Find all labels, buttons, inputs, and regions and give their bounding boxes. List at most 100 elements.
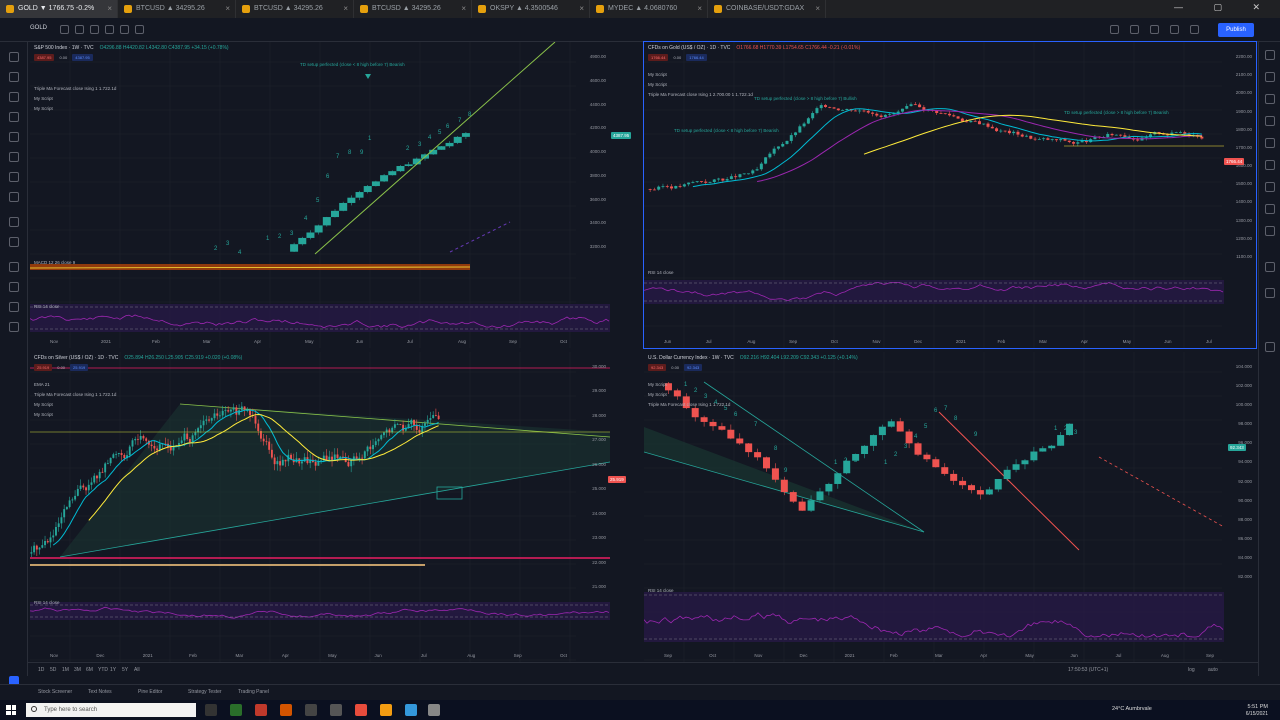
close-icon[interactable]: × (107, 4, 112, 13)
weather-widget[interactable]: 24°C Aumbrvale (1112, 706, 1152, 712)
app-icon[interactable] (380, 704, 392, 716)
lock-icon[interactable] (9, 282, 19, 292)
notifications-icon[interactable] (1265, 226, 1275, 236)
text-icon[interactable] (9, 132, 19, 142)
save-icon[interactable] (1130, 25, 1139, 34)
app-icon[interactable] (355, 704, 367, 716)
chart-panel-gold[interactable]: CFDs on Gold (US$ / OZ) · 1D · TVC O1766.… (643, 41, 1257, 349)
close-icon[interactable]: × (225, 4, 230, 13)
chart-panel-silver[interactable]: CFDs on Silver (US$ / OZ) · 1D · TVC O25.… (30, 352, 626, 662)
price-axis[interactable]: 4900.00 4600.00 4400.00 4200.00 4000.00 3800.… (576, 42, 608, 252)
price-axis[interactable]: 2200.00 2100.00 2000.00 1900.00 1800.00 1700.… (1222, 42, 1254, 262)
ideas-icon[interactable] (1265, 160, 1275, 170)
ruler-icon[interactable] (9, 217, 19, 227)
indicator-legend[interactable]: EMA 21 (34, 382, 50, 387)
browser-tab[interactable]: BTCUSD ▲ 34295.26 × (236, 0, 354, 18)
symbol-search[interactable]: GOLD (30, 25, 47, 31)
indicator-legend[interactable]: My Script (648, 382, 667, 387)
range-button[interactable]: 6M (86, 667, 93, 673)
indicator-legend[interactable]: Triple Ma Forecast close Ising 1 2.700.0… (648, 92, 753, 97)
brave-icon[interactable] (255, 704, 267, 716)
indicator-legend[interactable]: My Script (34, 412, 53, 417)
close-icon[interactable]: × (697, 4, 702, 13)
time-axis[interactable]: Nov 2021 Feb Mar Apr May Jun Jul Aug Sep Oct (30, 338, 574, 346)
eye-icon[interactable] (9, 302, 19, 312)
app-icon[interactable] (330, 704, 342, 716)
indicator-legend[interactable]: Triple Ma Forecast close Ising 1 1.722.1… (34, 392, 116, 397)
candle-type-icon[interactable] (75, 25, 84, 34)
fullscreen-icon[interactable] (1170, 25, 1179, 34)
price-axis[interactable]: 104.000 102.000 100.000 98.000 96.000 94.000 9… (1222, 352, 1254, 582)
range-button[interactable]: YTD (98, 667, 108, 673)
indicator-legend[interactable]: My Script (648, 82, 667, 87)
prediction-icon[interactable] (9, 172, 19, 182)
indicator-legend[interactable]: Triple Ma Forecast close Ising 1 1.722.1… (34, 86, 116, 91)
gold-chart-canvas[interactable] (644, 42, 1256, 348)
gear-icon[interactable] (1150, 25, 1159, 34)
range-button[interactable]: 5Y (122, 667, 128, 673)
tray-time[interactable]: 5:51 PM (1248, 704, 1268, 710)
range-button[interactable]: 1M (62, 667, 69, 673)
taskbar-search[interactable]: Type here to search (26, 703, 196, 717)
indicator-legend[interactable]: Triple Ma Forecast close Ising 1 1.722.1… (648, 402, 730, 407)
silver-chart-canvas[interactable] (30, 352, 610, 662)
bottom-tab[interactable]: Trading Panel (238, 689, 269, 695)
time-axis[interactable]: Sep Oct Nov Dec 2021 Feb Mar Apr May Jun Jul Aug Sep (644, 652, 1220, 660)
time-axis[interactable]: Nov Dec 2021 Feb Mar Apr May Jun Jul Aug Sep Oct (30, 652, 574, 660)
brush-icon[interactable] (9, 112, 19, 122)
zoom-icon[interactable] (9, 237, 19, 247)
browser-tab[interactable]: MYDEC ▲ 4.0680760 × (590, 0, 708, 18)
time-axis[interactable]: Jun Jul Aug Sep Oct Nov Dec 2021 Feb Mar Apr May Jun… (644, 338, 1220, 346)
pattern-icon[interactable] (9, 152, 19, 162)
indicator-legend[interactable]: My Script (34, 96, 53, 101)
hotlist-icon[interactable] (1265, 116, 1275, 126)
watchlist-icon[interactable] (1265, 50, 1275, 60)
bottom-tab[interactable]: Text Notes (88, 689, 112, 695)
folder-icon[interactable] (305, 704, 317, 716)
bottom-tab[interactable]: Stock Screener (38, 689, 72, 695)
replay-icon[interactable] (135, 25, 144, 34)
macd-legend[interactable]: MACD 12 26 close 9 (34, 260, 75, 265)
task-view-icon[interactable] (205, 704, 217, 716)
alerts-icon[interactable] (1265, 72, 1275, 82)
rsi-legend[interactable]: RSI 14 close (648, 270, 674, 275)
dxy-chart-canvas[interactable]: 1234567891 2 3 123456 7891 23 (644, 352, 1256, 662)
crosshair-icon[interactable] (9, 52, 19, 62)
app-icon[interactable] (230, 704, 242, 716)
auto-toggle[interactable]: auto (1208, 667, 1218, 673)
browser-tab[interactable]: COINBASE/USDT:GDAX × (708, 0, 826, 18)
order-panel-icon[interactable] (1265, 262, 1275, 272)
close-icon[interactable]: × (579, 4, 584, 13)
app-icon[interactable] (280, 704, 292, 716)
calendar-icon[interactable] (1265, 138, 1275, 148)
alert-icon[interactable] (120, 25, 129, 34)
range-button[interactable]: 1D (38, 667, 44, 673)
range-button[interactable]: 3M (74, 667, 81, 673)
publish-button[interactable]: Publish (1218, 23, 1254, 37)
window-controls[interactable]: — ▢ ✕ (1174, 2, 1274, 13)
rsi-legend[interactable]: RSI 14 close (34, 600, 60, 605)
indicators-icon[interactable] (90, 25, 99, 34)
indicator-legend[interactable]: My Script (34, 106, 53, 111)
tray-date[interactable]: 6/15/2021 (1246, 711, 1268, 717)
app-icon[interactable] (428, 704, 440, 716)
interval-icon[interactable] (60, 25, 69, 34)
indicator-legend[interactable]: My Script (34, 402, 53, 407)
browser-tab[interactable]: GOLD ▼ 1766.75 -0.2% × (0, 0, 118, 18)
rsi-legend[interactable]: RSI 14 close (34, 304, 60, 309)
browser-tab[interactable]: BTCUSD ▲ 34295.26 × (354, 0, 472, 18)
price-axis[interactable]: 30.000 29.000 28.000 27.000 26.000 25.000 24.0… (576, 352, 608, 592)
fib-icon[interactable] (9, 92, 19, 102)
indicator-legend[interactable]: My Script (648, 392, 667, 397)
close-icon[interactable]: × (815, 4, 820, 13)
range-button[interactable]: 1Y (110, 667, 116, 673)
browser-tab[interactable]: BTCUSD ▲ 34295.26 × (118, 0, 236, 18)
range-button[interactable]: All (134, 667, 140, 673)
browser-tab[interactable]: OKSPY ▲ 4.3500546 × (472, 0, 590, 18)
app-icon[interactable] (405, 704, 417, 716)
dom-icon[interactable] (1265, 288, 1275, 298)
templates-icon[interactable] (105, 25, 114, 34)
rsi-legend[interactable]: RSI 14 close (648, 588, 674, 593)
bottom-tab[interactable]: Strategy Tester (188, 689, 222, 695)
bottom-tab[interactable]: Pine Editor (138, 689, 162, 695)
